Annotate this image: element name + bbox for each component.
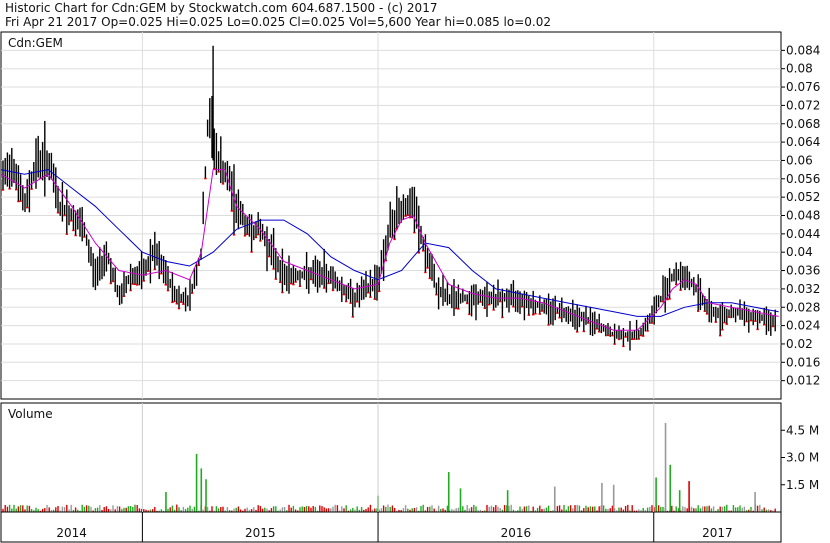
price-y-tick-label: 0.02 — [786, 337, 813, 351]
volume-y-tick-label: 1.5 M — [786, 478, 819, 492]
price-y-tick-label: 0.06 — [786, 153, 813, 167]
price-y-tick-label: 0.052 — [786, 190, 820, 204]
price-y-tick-label: 0.016 — [786, 355, 820, 369]
price-y-tick-label: 0.044 — [786, 227, 820, 241]
volume-panel-frame — [0, 402, 782, 513]
volume-panel-label: Volume — [8, 407, 53, 421]
price-y-tick-label: 0.084 — [786, 43, 820, 57]
volume-y-axis: 4.5 M 3.0 M 1.5 M — [781, 423, 819, 492]
chart-container: Historic Chart for Cdn:GEM by Stockwatch… — [0, 0, 830, 543]
price-panel-label: Cdn:GEM — [8, 36, 63, 50]
price-y-tick-label: 0.032 — [786, 282, 820, 296]
x-axis-year-label: 2016 — [501, 526, 532, 540]
price-gridlines — [1, 32, 781, 399]
volume-y-tick-label: 3.0 M — [786, 451, 819, 465]
price-y-tick-label: 0.04 — [786, 245, 813, 259]
x-axis-frame — [0, 511, 782, 543]
price-y-tick-label: 0.028 — [786, 300, 820, 314]
price-y-tick-label: 0.036 — [786, 264, 820, 278]
price-volume-chart: Cdn:GEM 0.0840.080.0760.0720.0680.0640.0… — [0, 31, 820, 543]
price-y-tick-label: 0.068 — [786, 117, 820, 131]
volume-y-tick-label: 4.5 M — [786, 423, 819, 437]
price-y-tick-label: 0.048 — [786, 209, 820, 223]
x-axis-year-label: 2014 — [56, 526, 87, 540]
price-y-tick-label: 0.076 — [786, 80, 820, 94]
price-y-tick-label: 0.08 — [786, 62, 813, 76]
price-y-axis: 0.084 0.08 0.076 0.072 0.068 0.064 0.06 0.056 0.… — [781, 43, 820, 388]
price-y-tick-label: 0.064 — [786, 135, 820, 149]
x-axis-year-label: 2017 — [702, 526, 733, 540]
price-y-tick-label: 0.012 — [786, 374, 820, 388]
price-y-tick-label: 0.056 — [786, 172, 820, 186]
price-y-tick-label: 0.024 — [786, 319, 820, 333]
x-axis-year-label: 2015 — [245, 526, 276, 540]
price-y-tick-label: 0.072 — [786, 98, 820, 112]
